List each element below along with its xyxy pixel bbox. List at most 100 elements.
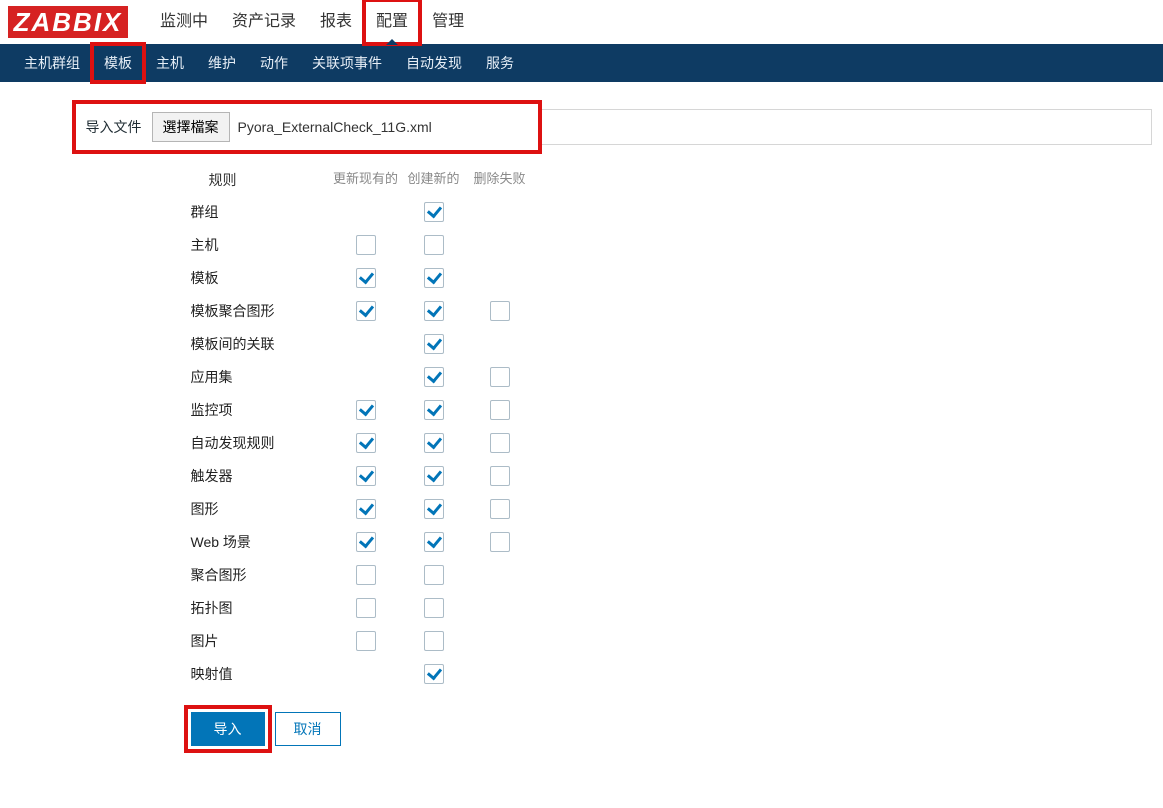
checkbox-delete[interactable] <box>490 433 510 453</box>
file-path-box <box>542 109 1152 145</box>
checkbox-update[interactable] <box>356 400 376 420</box>
checkbox-update[interactable] <box>356 301 376 321</box>
subnav-item-7[interactable]: 服务 <box>474 44 526 82</box>
rule-update-cell <box>331 400 401 420</box>
checkbox-delete[interactable] <box>490 466 510 486</box>
top-nav: ZABBIX 监测中资产记录报表配置管理 <box>0 0 1163 44</box>
rule-name: 群组 <box>191 202 331 222</box>
topnav-tab-2[interactable]: 报表 <box>308 0 364 44</box>
rule-row-6: 监控项 <box>191 393 1152 426</box>
checkbox-create[interactable] <box>424 268 444 288</box>
checkbox-update[interactable] <box>356 268 376 288</box>
checkbox-create[interactable] <box>424 499 444 519</box>
rule-name: 模板聚合图形 <box>191 301 331 321</box>
checkbox-create[interactable] <box>424 334 444 354</box>
rule-row-4: 模板间的关联 <box>191 327 1152 360</box>
subnav-item-5[interactable]: 关联项事件 <box>300 44 394 82</box>
checkbox-create[interactable] <box>424 598 444 618</box>
rule-name: 图片 <box>191 631 331 651</box>
topnav-tab-0[interactable]: 监测中 <box>148 0 220 44</box>
import-file-row: 导入文件 選擇檔案 Pyora_ExternalCheck_11G.xml <box>72 100 542 154</box>
rule-update-cell <box>331 268 401 288</box>
sub-nav: 主机群组模板主机维护动作关联项事件自动发现服务 <box>0 44 1163 82</box>
rule-update-cell <box>331 235 401 255</box>
rule-create-cell <box>401 301 467 321</box>
import-button[interactable]: 导入 <box>191 712 265 746</box>
checkbox-create[interactable] <box>424 565 444 585</box>
rule-create-cell <box>401 400 467 420</box>
rule-update-cell <box>331 532 401 552</box>
topnav-tab-3[interactable]: 配置 <box>364 0 420 44</box>
checkbox-create[interactable] <box>424 433 444 453</box>
checkbox-update[interactable] <box>356 433 376 453</box>
checkbox-update[interactable] <box>356 598 376 618</box>
checkbox-update[interactable] <box>356 499 376 519</box>
rule-row-7: 自动发现规则 <box>191 426 1152 459</box>
rule-row-5: 应用集 <box>191 360 1152 393</box>
rule-row-10: Web 场景 <box>191 525 1152 558</box>
checkbox-create[interactable] <box>424 466 444 486</box>
choose-file-button[interactable]: 選擇檔案 <box>152 112 230 142</box>
checkbox-create[interactable] <box>424 301 444 321</box>
rule-name: 模板间的关联 <box>191 334 331 354</box>
rule-create-cell <box>401 499 467 519</box>
rule-delete-cell <box>467 367 533 387</box>
rule-update-cell <box>331 598 401 618</box>
checkbox-create[interactable] <box>424 532 444 552</box>
subnav-item-2[interactable]: 主机 <box>144 44 196 82</box>
rule-delete-cell <box>467 400 533 420</box>
checkbox-update[interactable] <box>356 532 376 552</box>
rule-row-13: 图片 <box>191 624 1152 657</box>
checkbox-delete[interactable] <box>490 400 510 420</box>
content: 导入文件 選擇檔案 Pyora_ExternalCheck_11G.xml 规则… <box>12 82 1152 776</box>
subnav-item-1[interactable]: 模板 <box>92 44 144 82</box>
checkbox-update[interactable] <box>356 235 376 255</box>
checkbox-create[interactable] <box>424 631 444 651</box>
rule-create-cell <box>401 367 467 387</box>
checkbox-create[interactable] <box>424 202 444 222</box>
import-file-label: 导入文件 <box>76 117 152 137</box>
rule-update-cell <box>331 466 401 486</box>
checkbox-create[interactable] <box>424 235 444 255</box>
checkbox-create[interactable] <box>424 664 444 684</box>
rule-update-cell <box>331 565 401 585</box>
subnav-item-3[interactable]: 维护 <box>196 44 248 82</box>
checkbox-delete[interactable] <box>490 532 510 552</box>
rule-name: 图形 <box>191 499 331 519</box>
checkbox-delete[interactable] <box>490 499 510 519</box>
checkbox-create[interactable] <box>424 400 444 420</box>
rule-delete-cell <box>467 433 533 453</box>
checkbox-delete[interactable] <box>490 301 510 321</box>
topnav-tab-4[interactable]: 管理 <box>420 0 476 44</box>
topnav-tab-1[interactable]: 资产记录 <box>220 0 308 44</box>
checkbox-update[interactable] <box>356 565 376 585</box>
rule-create-cell <box>401 235 467 255</box>
rule-name: 自动发现规则 <box>191 433 331 453</box>
rule-row-8: 触发器 <box>191 459 1152 492</box>
checkbox-update[interactable] <box>356 631 376 651</box>
rule-name: 模板 <box>191 268 331 288</box>
rule-create-cell <box>401 466 467 486</box>
rule-delete-cell <box>467 532 533 552</box>
rule-name: 监控项 <box>191 400 331 420</box>
rule-row-2: 模板 <box>191 261 1152 294</box>
rule-create-cell <box>401 532 467 552</box>
checkbox-create[interactable] <box>424 367 444 387</box>
subnav-item-4[interactable]: 动作 <box>248 44 300 82</box>
cancel-button[interactable]: 取消 <box>275 712 341 746</box>
rule-create-cell <box>401 268 467 288</box>
subnav-item-0[interactable]: 主机群组 <box>12 44 92 82</box>
rule-name: 拓扑图 <box>191 598 331 618</box>
checkbox-delete[interactable] <box>490 367 510 387</box>
subnav-item-6[interactable]: 自动发现 <box>394 44 474 82</box>
logo: ZABBIX <box>8 6 128 38</box>
chosen-file-name: Pyora_ExternalCheck_11G.xml <box>238 119 432 135</box>
checkbox-update[interactable] <box>356 466 376 486</box>
rule-name: Web 场景 <box>191 532 331 552</box>
rule-row-3: 模板聚合图形 <box>191 294 1152 327</box>
rule-create-cell <box>401 631 467 651</box>
form-actions: 导入 取消 <box>191 712 1152 746</box>
rule-update-cell <box>331 499 401 519</box>
rule-create-cell <box>401 664 467 684</box>
rule-row-0: 群组 <box>191 195 1152 228</box>
